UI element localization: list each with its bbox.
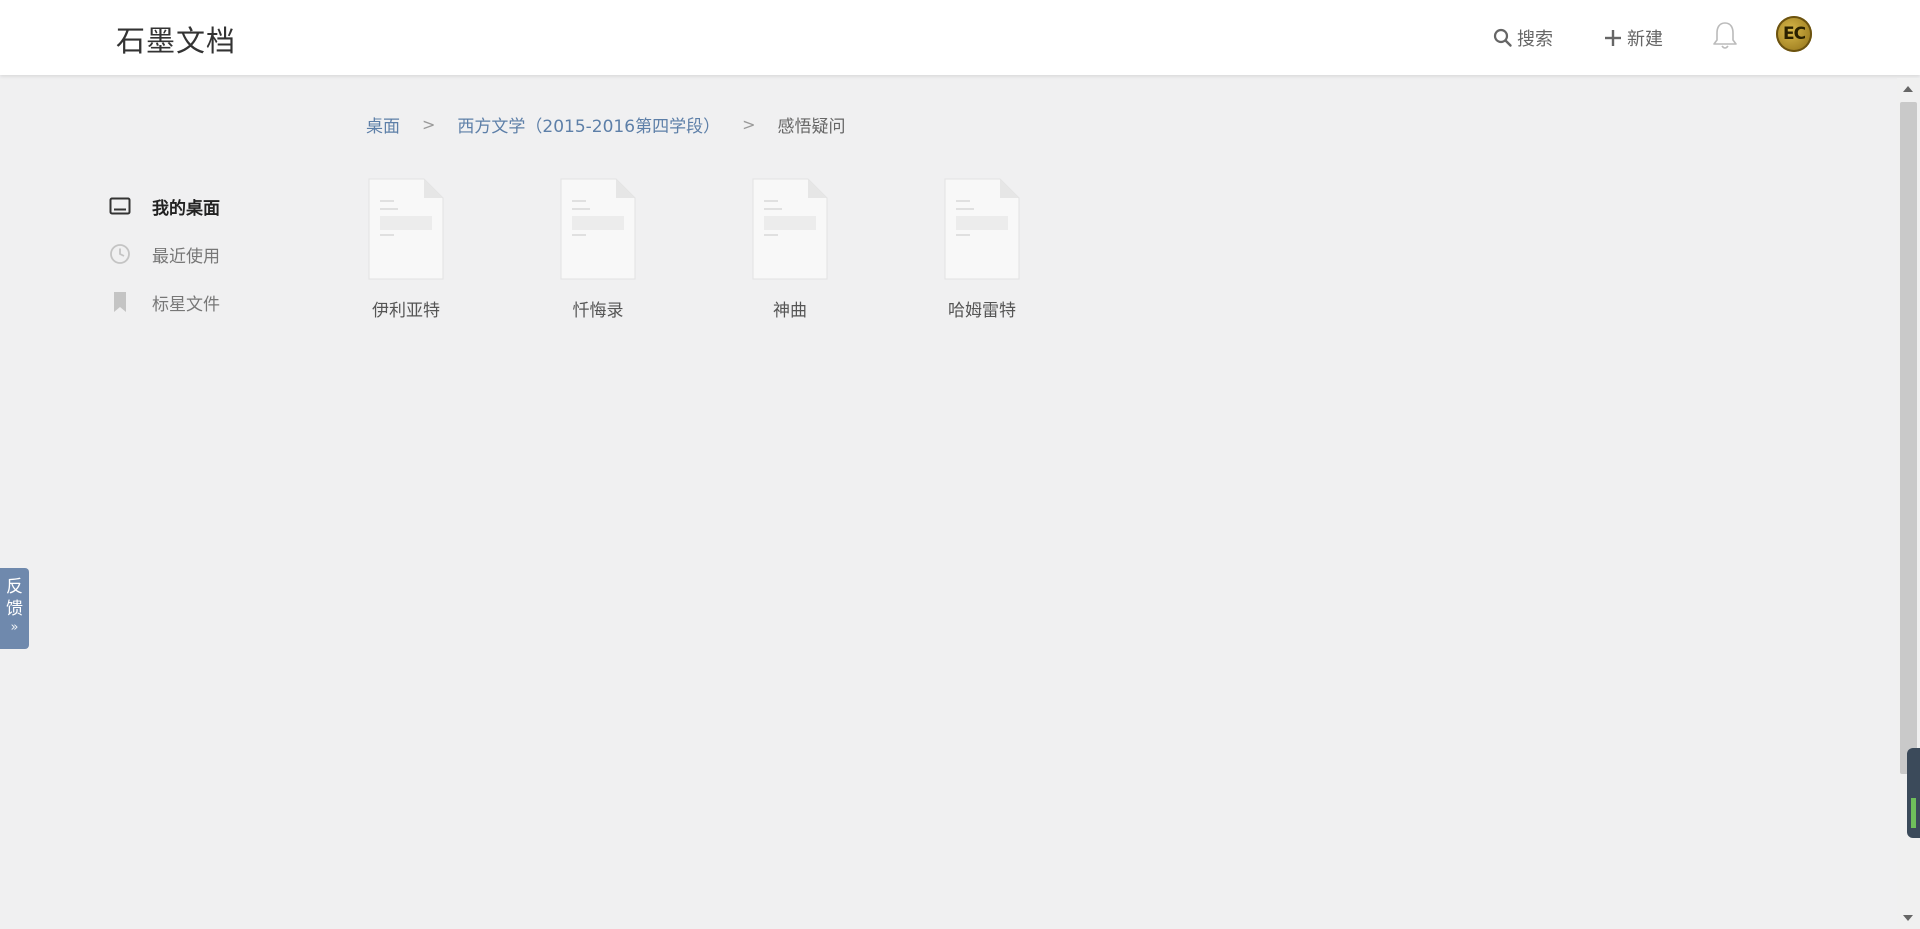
scroll-down-arrow-icon[interactable] [1903, 915, 1913, 921]
document-icon [944, 178, 1020, 280]
feedback-label-line2: 馈 [6, 599, 23, 619]
breadcrumb-desktop[interactable]: 桌面 [366, 112, 400, 137]
floating-side-widget[interactable] [1907, 748, 1920, 838]
document-icon [752, 178, 828, 280]
sidebar-item-recent[interactable]: 最近使用 [108, 230, 220, 278]
app-logo[interactable]: 石墨文档 [116, 18, 236, 60]
sidebar-item-label: 最近使用 [152, 246, 220, 267]
file-name: 忏悔录 [572, 301, 624, 321]
breadcrumb-current-folder: 感悟疑问 [777, 117, 846, 137]
file-item[interactable]: 神曲 [736, 178, 844, 321]
file-item[interactable]: 哈姆雷特 [928, 178, 1036, 321]
sidebar: 我的桌面 最近使用 标星文件 [108, 182, 220, 326]
chevron-right-icon: > [422, 115, 436, 134]
scroll-up-arrow-icon[interactable] [1903, 86, 1913, 92]
search-button[interactable]: 搜索 [1493, 24, 1553, 52]
sidebar-item-label: 我的桌面 [152, 198, 220, 219]
double-chevron-right-icon: » [10, 620, 19, 635]
search-label: 搜索 [1517, 29, 1553, 50]
bell-icon [1713, 22, 1737, 49]
notifications-button[interactable] [1711, 20, 1739, 56]
breadcrumb-folder-western-literature[interactable]: 西方文学（2015-2016第四学段） [457, 112, 720, 137]
file-name: 哈姆雷特 [948, 301, 1016, 321]
feedback-label-line1: 反 [6, 577, 23, 597]
scrollbar-thumb[interactable] [1900, 102, 1917, 774]
document-icon [368, 178, 444, 280]
file-grid: 伊利亚特 忏悔录 神曲 哈姆雷特 [352, 178, 1036, 321]
search-icon [1493, 28, 1512, 47]
plus-icon [1605, 30, 1621, 46]
user-avatar[interactable]: EC [1776, 16, 1812, 52]
avatar-initials: EC [1782, 24, 1806, 44]
file-item[interactable]: 忏悔录 [544, 178, 652, 321]
desktop-icon [108, 194, 132, 218]
clock-icon [108, 242, 132, 266]
sidebar-item-my-desktop[interactable]: 我的桌面 [108, 182, 220, 230]
bookmark-icon [108, 290, 132, 314]
top-header: 石墨文档 搜索 新建 EC [0, 0, 1920, 75]
feedback-tab[interactable]: 反 馈 » [0, 568, 29, 649]
file-item[interactable]: 伊利亚特 [352, 178, 460, 321]
chevron-right-icon: > [742, 115, 756, 134]
widget-level-bar [1911, 798, 1916, 828]
file-name: 神曲 [773, 301, 807, 321]
file-name: 伊利亚特 [372, 301, 440, 321]
sidebar-item-label: 标星文件 [152, 294, 220, 315]
breadcrumb: 桌面 > 西方文学（2015-2016第四学段） > 感悟疑问 [366, 112, 845, 137]
new-button[interactable]: 新建 [1603, 24, 1663, 52]
new-label: 新建 [1627, 29, 1663, 50]
document-icon [560, 178, 636, 280]
sidebar-item-starred[interactable]: 标星文件 [108, 278, 220, 326]
